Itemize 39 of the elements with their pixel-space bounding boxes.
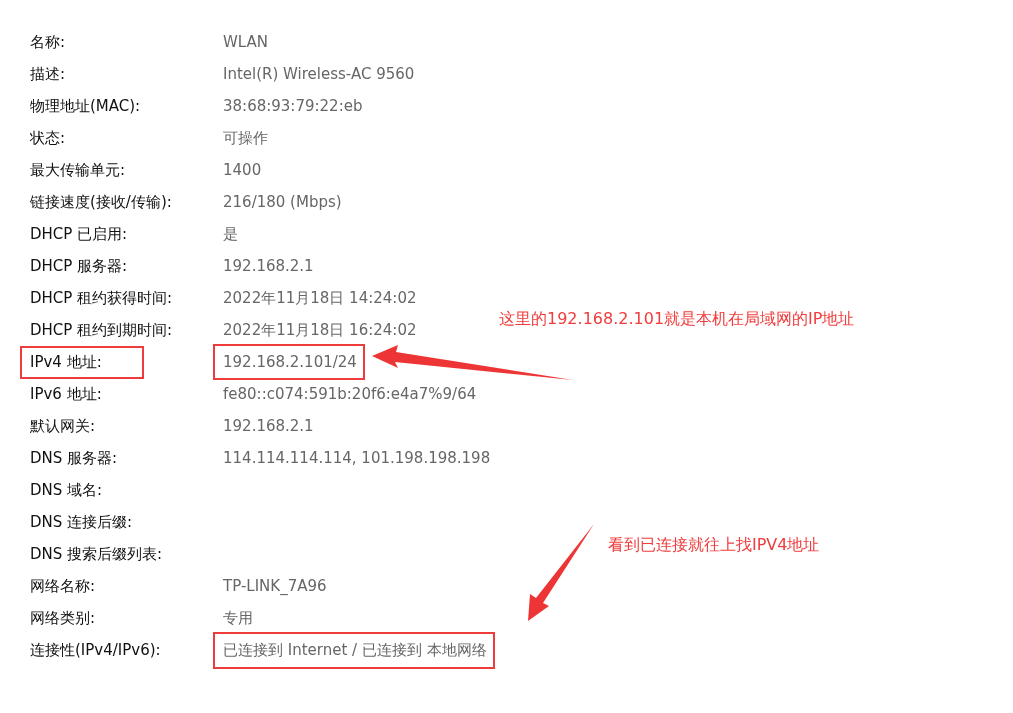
property-label: 名称: (30, 32, 66, 52)
property-label: IPv6 地址: (30, 384, 102, 404)
property-label: DNS 搜索后缀列表: (30, 544, 163, 564)
property-value: 2022年11月18日 16:24:02 (223, 320, 417, 340)
property-value: 192.168.2.1 (223, 417, 314, 435)
property-label: 链接速度(接收/传输): (30, 192, 172, 212)
property-label: 连接性(IPv4/IPv6): (30, 640, 161, 660)
property-value: 已连接到 Internet / 已连接到 本地网络 (213, 631, 495, 669)
property-label: 状态: (30, 128, 66, 148)
annotation-note: 看到已连接就往上找IPV4地址 (608, 535, 820, 556)
property-label: 网络名称: (30, 576, 96, 596)
property-label: DNS 连接后缀: (30, 512, 133, 532)
property-label: DNS 服务器: (30, 448, 118, 468)
property-value: Intel(R) Wireless-AC 9560 (223, 65, 415, 83)
property-label: DHCP 租约获得时间: (30, 288, 173, 308)
property-value: 专用 (223, 608, 253, 628)
property-label: 默认网关: (30, 416, 96, 436)
property-label: DHCP 服务器: (30, 256, 128, 276)
property-value: 2022年11月18日 14:24:02 (223, 288, 417, 308)
property-value: fe80::c074:591b:20f6:e4a7%9/64 (223, 385, 477, 403)
property-label: 描述: (30, 64, 66, 84)
property-value: 216/180 (Mbps) (223, 193, 342, 211)
property-value: 114.114.114.114, 101.198.198.198 (223, 449, 491, 467)
property-value: 192.168.2.1 (223, 257, 314, 275)
property-value: 192.168.2.101/24 (213, 344, 365, 380)
annotation-note: 这里的192.168.2.101就是本机在局域网的IP地址 (499, 309, 855, 330)
property-label: DNS 域名: (30, 480, 103, 500)
property-label: 网络类别: (30, 608, 96, 628)
property-value: TP-LINK_7A96 (223, 577, 327, 595)
property-label: DHCP 租约到期时间: (30, 320, 173, 340)
property-label: IPv4 地址: (20, 345, 144, 379)
property-value: 是 (223, 224, 238, 244)
property-value: 38:68:93:79:22:eb (223, 97, 363, 115)
property-value: WLAN (223, 33, 268, 51)
property-value: 1400 (223, 161, 262, 179)
property-value: 可操作 (223, 128, 268, 148)
property-label: 最大传输单元: (30, 160, 126, 180)
property-label: DHCP 已启用: (30, 224, 128, 244)
property-label: 物理地址(MAC): (30, 96, 141, 116)
